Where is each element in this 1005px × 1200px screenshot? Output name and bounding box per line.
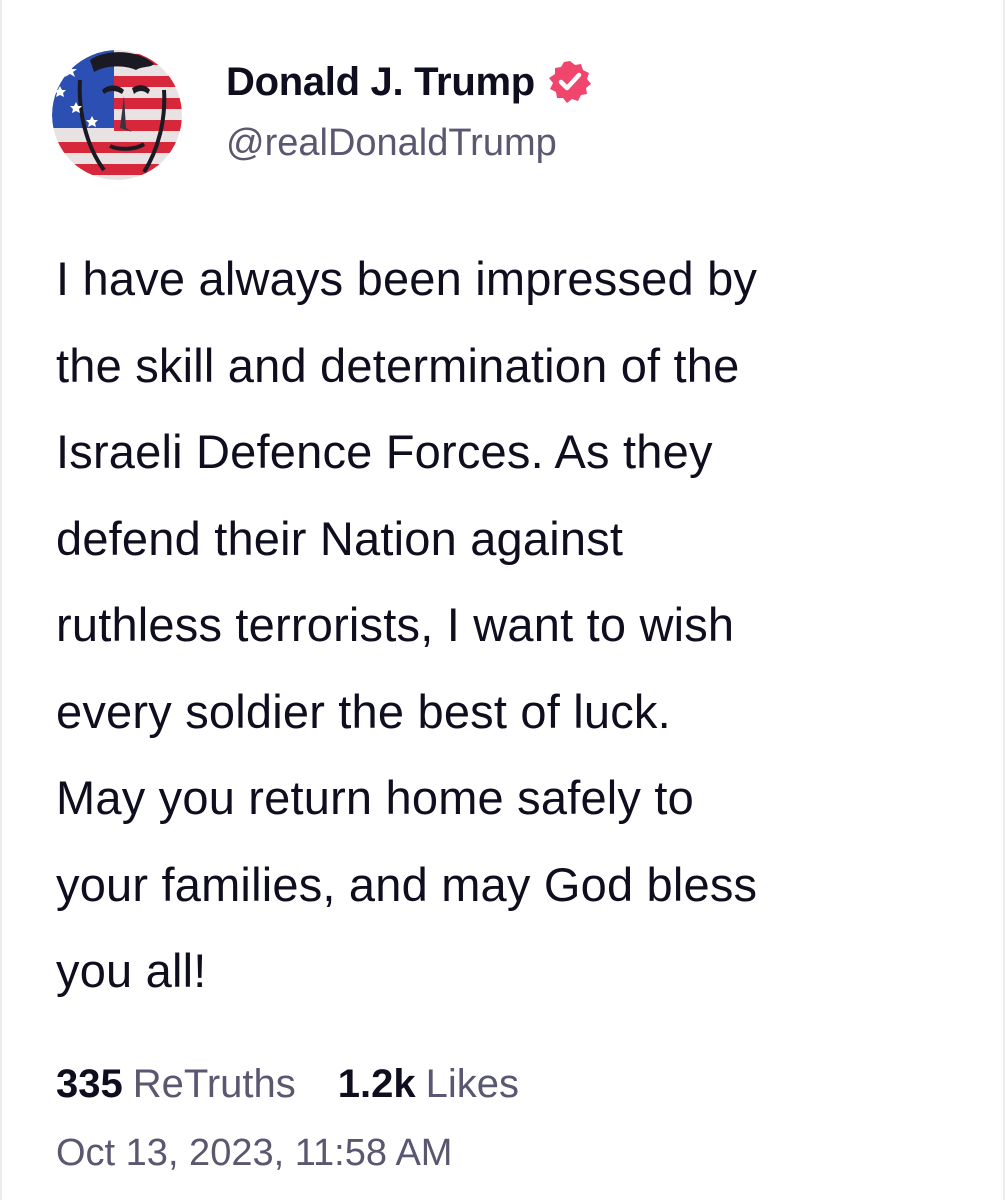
post-header: Donald J. Trump @realDonaldTrump: [52, 50, 952, 180]
post-card: Donald J. Trump @realDonaldTrump I have …: [0, 0, 1005, 1200]
avatar-image: [52, 50, 182, 180]
author-name[interactable]: Donald J. Trump: [226, 60, 535, 105]
likes-label: Likes: [425, 1062, 520, 1106]
likes-stat[interactable]: 1.2k Likes: [338, 1062, 519, 1107]
post-timestamp[interactable]: Oct 13, 2023, 11:58 AM: [56, 1132, 452, 1175]
retruths-stat[interactable]: 335 ReTruths: [56, 1062, 296, 1107]
retruths-label: ReTruths: [132, 1062, 296, 1106]
likes-count: 1.2k: [337, 1062, 416, 1106]
author-name-row: Donald J. Trump: [226, 58, 593, 106]
post-text: I have always been impressed by the skil…: [56, 252, 758, 997]
author-handle[interactable]: @realDonaldTrump: [226, 122, 557, 165]
retruths-count: 335: [56, 1062, 123, 1106]
avatar[interactable]: [52, 50, 182, 180]
post-stats: 335 ReTruths 1.2k Likes: [56, 1062, 519, 1120]
verified-badge-icon: [547, 59, 593, 105]
